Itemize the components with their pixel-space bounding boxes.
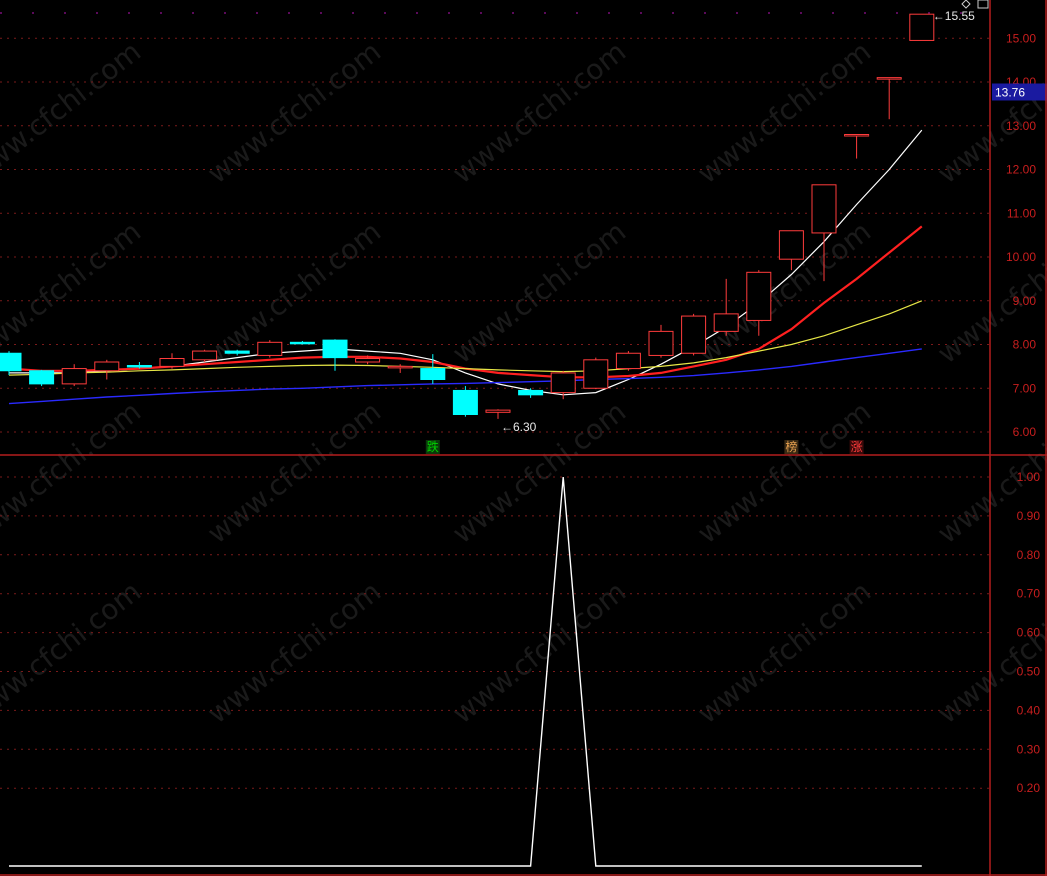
window-icon[interactable] [977, 0, 989, 9]
candle-body [583, 359, 609, 389]
watermark-text: www.cfchi.com [446, 575, 632, 730]
candle-body [192, 350, 218, 361]
candle-body [844, 134, 870, 137]
candle-body [648, 330, 674, 356]
candle[interactable] [648, 324, 674, 358]
candle-body [420, 368, 446, 380]
candle-body [909, 13, 935, 41]
candle[interactable] [909, 13, 935, 41]
annotations: ←15.55 ←6.30 跌 榜 涨 [425, 9, 975, 454]
y-tick-label: 11.00 [1007, 206, 1036, 220]
candle[interactable] [844, 134, 870, 159]
y-tick-label: 8.00 [1013, 338, 1037, 352]
candle-body [811, 184, 837, 234]
watermark-text: www.cfchi.com [446, 215, 632, 370]
watermark-text: www.cfchi.com [201, 35, 387, 190]
candle-body [94, 361, 120, 372]
watermark-text: www.cfchi.com [0, 215, 147, 370]
watermark-text: www.cfchi.com [691, 395, 877, 550]
watermark-text: www.cfchi.com [201, 575, 387, 730]
watermark-text: www.cfchi.com [446, 395, 632, 550]
watermark-text: www.cfchi.com [0, 575, 147, 730]
y-tick-label: 0.80 [1017, 548, 1041, 562]
candle-body [159, 358, 185, 367]
candle[interactable] [322, 339, 348, 371]
candle[interactable] [289, 341, 315, 345]
candle[interactable] [713, 278, 739, 336]
y-tick-label: 0.70 [1017, 587, 1041, 601]
candle[interactable] [0, 351, 22, 376]
low-price-label: ←6.30 [501, 420, 537, 434]
signal-marker: 榜 [785, 439, 797, 454]
stock-chart: www.cfchi.com www.cfchi.com www.cfchi.com w… [0, 0, 1047, 876]
y-tick-label: 6.00 [1013, 425, 1037, 439]
high-price-label: ←15.55 [933, 9, 975, 23]
candle[interactable] [681, 313, 707, 356]
candle[interactable] [485, 409, 511, 419]
y-tick-label: 13.00 [1006, 119, 1036, 133]
y-tick-label: 12.00 [1006, 163, 1036, 177]
candle[interactable] [257, 340, 283, 358]
watermark-text: www.cfchi.com [446, 35, 632, 190]
signal-marker: 跌 [427, 439, 439, 454]
candle[interactable] [583, 357, 609, 390]
y-tick-label: 0.90 [1017, 509, 1041, 523]
y-tick-label: 10.00 [1006, 250, 1036, 264]
candle[interactable] [615, 351, 641, 371]
watermark-text: www.cfchi.com [201, 215, 387, 370]
y-tick-label: 0.40 [1017, 703, 1041, 717]
current-price-label: 13.76 [995, 86, 1025, 100]
candle-body [126, 365, 152, 368]
candle-body [746, 271, 772, 321]
watermark-text: www.cfchi.com [691, 575, 877, 730]
candle-body [257, 341, 283, 356]
y-tick-label: 7.00 [1013, 381, 1037, 395]
candle-body [550, 372, 576, 394]
candle[interactable] [518, 388, 544, 398]
candle-body [224, 350, 250, 354]
candle-body [615, 352, 641, 370]
candle-body [387, 365, 413, 369]
candle-body [61, 368, 87, 385]
candle[interactable] [159, 353, 185, 369]
y-tick-label: 9.00 [1013, 294, 1037, 308]
candle[interactable] [387, 364, 413, 373]
watermark-text: www.cfchi.com [0, 35, 147, 190]
watermark-text: www.cfchi.com [691, 35, 877, 190]
diamond-icon[interactable] [961, 0, 971, 9]
candle[interactable] [29, 369, 55, 387]
candle-body [713, 313, 739, 332]
candle-body [876, 77, 902, 80]
candle-body [0, 352, 22, 372]
y-tick-label: 0.30 [1017, 742, 1041, 756]
candle-body [485, 409, 511, 413]
y-tick-label: 0.50 [1017, 665, 1041, 679]
y-tick-label: 0.60 [1017, 626, 1041, 640]
watermark-text: www.cfchi.com [201, 395, 387, 550]
y-tick-label: 1.00 [1017, 470, 1041, 484]
signal-marker: 涨 [851, 439, 863, 454]
candle-body [778, 230, 804, 260]
candle[interactable] [94, 359, 120, 380]
candle[interactable] [61, 364, 87, 387]
watermark-text: www.cfchi.com [0, 395, 147, 550]
candle[interactable] [452, 386, 478, 417]
candle[interactable] [550, 370, 576, 400]
candle-body [518, 389, 544, 396]
candle-body [322, 339, 348, 359]
candle[interactable] [876, 77, 902, 120]
candle-body [29, 370, 55, 385]
candle[interactable] [192, 349, 218, 362]
candle-body [289, 341, 315, 345]
y-tick-label: 0.20 [1017, 781, 1041, 795]
y-tick-label: 15.00 [1006, 31, 1036, 45]
candle-body [681, 315, 707, 354]
candle-body [452, 389, 478, 415]
candle-body [355, 358, 381, 363]
